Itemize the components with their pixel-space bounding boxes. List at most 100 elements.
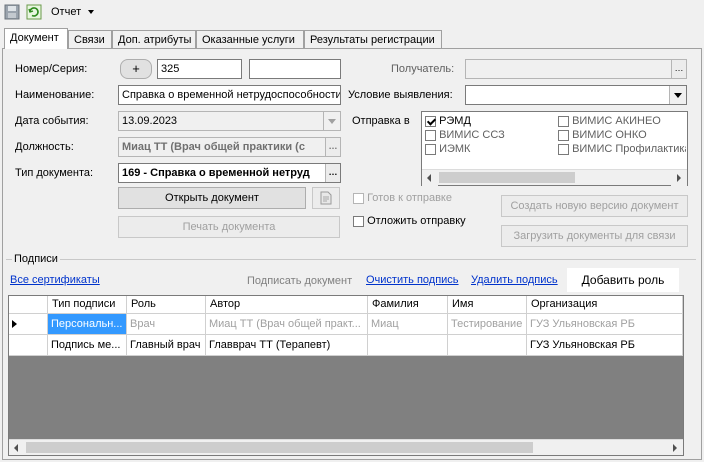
ready-to-send-label: Готов к отправке — [367, 192, 452, 204]
send-target-akineo[interactable]: ВИМИС АКИНЕО — [558, 114, 661, 128]
report-menu[interactable]: Отчет — [51, 5, 95, 19]
row-selector[interactable] — [9, 335, 48, 356]
name-input[interactable]: Справка о временной нетрудоспособности — [118, 85, 341, 105]
send-target-ssz[interactable]: ВИМИС ССЗ — [425, 128, 505, 142]
scroll-right-icon[interactable] — [671, 170, 687, 186]
ready-to-send-checkbox[interactable]: Готов к отправке — [353, 191, 452, 205]
scroll-right-icon[interactable] — [667, 440, 683, 455]
tab-services[interactable]: Оказанные услуги — [196, 30, 304, 48]
table-cell[interactable]: Персональн... — [48, 314, 127, 335]
send-target-onko[interactable]: ВИМИС ОНКО — [558, 128, 647, 142]
checkbox-icon[interactable] — [353, 192, 364, 204]
report-menu-label: Отчет — [51, 6, 82, 18]
document-preview-button[interactable] — [312, 187, 340, 209]
doctype-value: 169 - Справка о временной нетруд — [122, 167, 310, 179]
more-icon[interactable]: … — [325, 138, 340, 156]
load-documents-button[interactable]: Загрузить документы для связи — [501, 225, 688, 247]
postpone-send-checkbox[interactable]: Отложить отправку — [353, 214, 466, 228]
date-field[interactable]: 13.09.2023 — [118, 111, 341, 131]
number-input[interactable]: 325 — [157, 59, 242, 79]
table-cell[interactable]: Врач — [127, 314, 206, 335]
column-header[interactable]: Тип подписи — [48, 296, 127, 314]
scroll-left-icon[interactable] — [9, 440, 25, 455]
table-cell[interactable]: ГУЗ Ульяновская РБ — [527, 335, 683, 356]
current-row-icon — [12, 320, 17, 328]
table-cell[interactable]: Тестирование — [448, 314, 527, 335]
condition-label: Условие выявления: — [348, 89, 453, 101]
checkbox-icon[interactable] — [558, 143, 569, 155]
checkbox-icon[interactable] — [425, 143, 436, 155]
scroll-thumb[interactable] — [439, 172, 575, 183]
checkbox-icon[interactable] — [425, 129, 436, 141]
toolbar: Отчет — [0, 0, 704, 24]
send-targets-list[interactable]: РЭМД ВИМИС АКИНЕО ВИМИС ССЗ ВИМИС ОНКО И… — [421, 111, 688, 186]
send-target-prof[interactable]: ВИМИС Профилактика — [558, 142, 686, 156]
create-version-button[interactable]: Создать новую версию документ — [501, 195, 688, 217]
position-label: Должность: — [15, 141, 74, 153]
all-certificates-link[interactable]: Все сертификаты — [10, 274, 100, 286]
recipient-field[interactable]: … — [465, 59, 687, 79]
sign-document-action[interactable]: Подписать документ — [247, 274, 352, 288]
send-target-label: ВИМИС АКИНЕО — [572, 115, 661, 127]
date-value: 13.09.2023 — [122, 115, 178, 127]
position-value: Миац ТТ (Врач общей практики (с — [122, 141, 305, 153]
name-label: Наименование: — [15, 89, 95, 101]
send-target-iemk[interactable]: ИЭМК — [425, 142, 470, 156]
table-cell[interactable] — [368, 335, 448, 356]
table-cell[interactable]: Подпись ме... — [48, 335, 127, 356]
column-header[interactable]: Организация — [527, 296, 683, 314]
row-selector[interactable] — [9, 314, 48, 335]
checkbox-icon[interactable] — [425, 115, 436, 127]
table-cell[interactable]: Миац — [368, 314, 448, 335]
send-targets-hscrollbar[interactable] — [422, 169, 687, 186]
print-document-button[interactable]: Печать документа — [118, 216, 340, 238]
postpone-send-label: Отложить отправку — [367, 215, 466, 227]
position-field[interactable]: Миац ТТ (Врач общей практики (с … — [118, 137, 341, 157]
scroll-left-icon[interactable] — [422, 170, 438, 186]
number-label: Номер/Серия: — [15, 63, 88, 75]
tab-registration-results[interactable]: Результаты регистрации — [304, 30, 442, 48]
recipient-label: Получатель: — [391, 63, 455, 75]
series-input[interactable] — [249, 59, 341, 79]
tab-links[interactable]: Связи — [68, 30, 112, 48]
table-cell[interactable] — [448, 335, 527, 356]
tab-document[interactable]: Документ — [4, 28, 68, 49]
table-cell[interactable]: Главный врач — [127, 335, 206, 356]
column-header[interactable]: Автор — [206, 296, 368, 314]
column-header[interactable]: Имя — [448, 296, 527, 314]
more-icon[interactable]: … — [325, 164, 340, 182]
send-target-label: ВИМИС Профилактика — [572, 143, 686, 155]
table-cell[interactable]: Главврач ТТ (Терапевт) — [206, 335, 368, 356]
date-label: Дата события: — [15, 115, 89, 127]
scroll-thumb[interactable] — [26, 442, 533, 453]
add-number-button[interactable]: + — [120, 59, 152, 79]
condition-select[interactable] — [465, 85, 687, 105]
tab-extra-attributes[interactable]: Доп. атрибуты — [112, 30, 196, 48]
add-role-button[interactable]: Добавить роль — [567, 268, 679, 292]
send-target-remd[interactable]: РЭМД — [425, 114, 471, 128]
save-icon[interactable] — [4, 4, 20, 20]
send-target-label: РЭМД — [439, 115, 471, 127]
chevron-down-icon[interactable] — [669, 86, 686, 104]
column-header[interactable]: Роль — [127, 296, 206, 314]
more-icon[interactable]: … — [671, 60, 686, 78]
open-document-button[interactable]: Открыть документ — [118, 187, 306, 209]
row-header-corner — [9, 296, 48, 314]
column-header[interactable]: Фамилия — [368, 296, 448, 314]
checkbox-icon[interactable] — [558, 115, 569, 127]
grid-hscrollbar[interactable] — [9, 439, 683, 455]
checkbox-icon[interactable] — [558, 129, 569, 141]
document-icon — [320, 191, 332, 205]
checkbox-icon[interactable] — [353, 215, 364, 227]
send-target-label: ИЭМК — [439, 143, 471, 155]
doctype-field[interactable]: 169 - Справка о временной нетруд … — [118, 163, 341, 183]
table-cell[interactable]: Миац ТТ (Врач общей практ... — [206, 314, 368, 335]
doctype-label: Тип документа: — [15, 167, 94, 179]
clear-signature-link[interactable]: Очистить подпись — [366, 274, 459, 286]
table-cell[interactable]: ГУЗ Ульяновская РБ — [527, 314, 683, 335]
chevron-down-icon[interactable] — [323, 112, 340, 130]
refresh-icon[interactable] — [26, 4, 42, 20]
delete-signature-link[interactable]: Удалить подпись — [471, 274, 558, 286]
signatures-group-title: Подписи — [12, 252, 60, 266]
send-target-label: ВИМИС ССЗ — [439, 129, 505, 141]
